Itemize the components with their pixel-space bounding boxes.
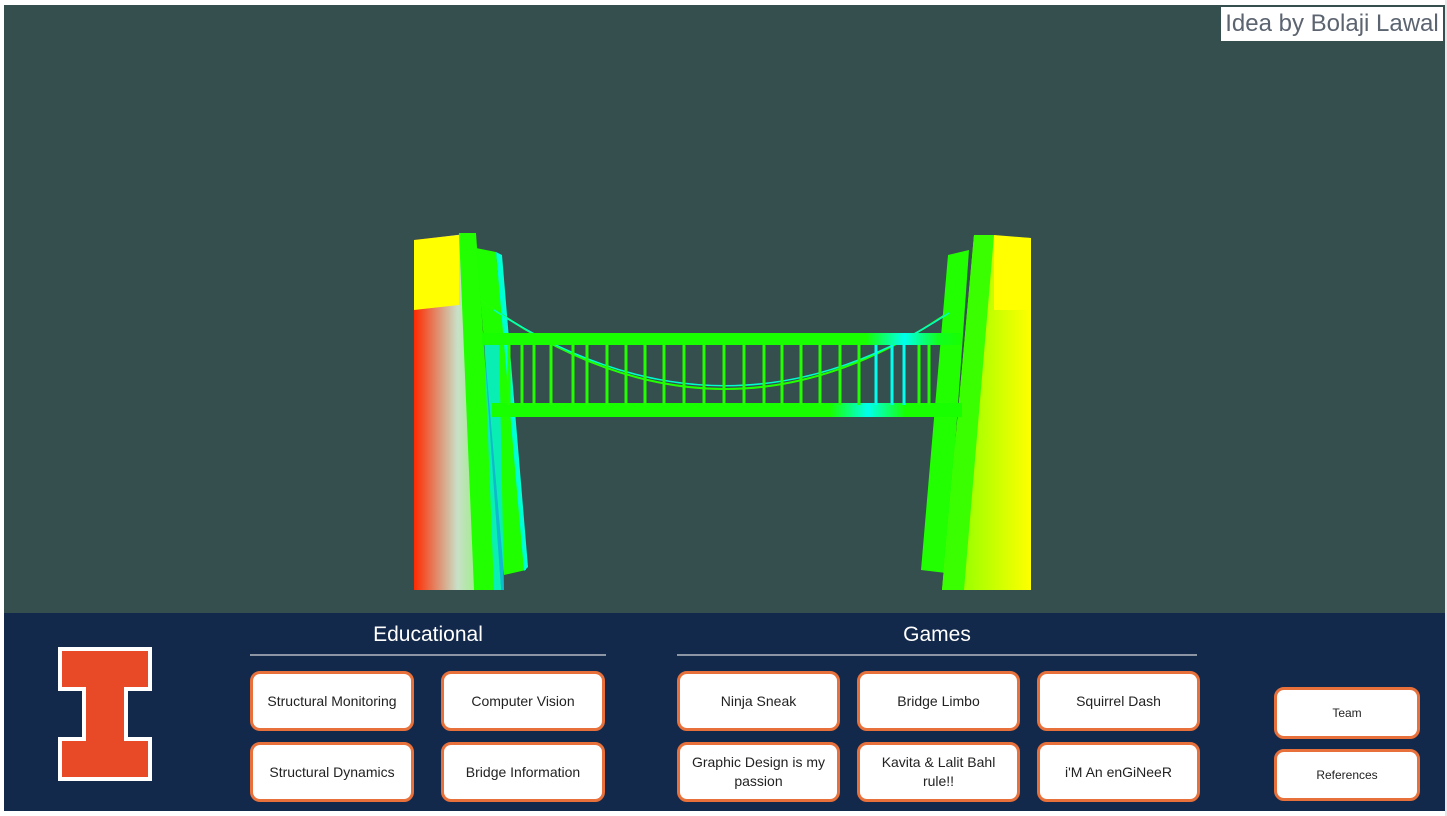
- squirrel-dash-button[interactable]: Squirrel Dash: [1037, 671, 1200, 731]
- references-button[interactable]: References: [1274, 749, 1420, 801]
- educational-divider: [250, 654, 606, 656]
- bridge-3d-viewport[interactable]: Idea by Bolaji Lawal: [4, 5, 1445, 613]
- graphic-design-button[interactable]: Graphic Design is my passion: [677, 742, 840, 802]
- bridge-model[interactable]: [4, 5, 1445, 613]
- games-section-title: Games: [903, 623, 971, 646]
- team-button[interactable]: Team: [1274, 687, 1420, 739]
- university-block-i-logo: [58, 647, 152, 781]
- im-an-engineer-button[interactable]: i'M An enGiNeeR: [1037, 742, 1200, 802]
- bridge-information-button[interactable]: Bridge Information: [441, 742, 605, 802]
- ninja-sneak-button[interactable]: Ninja Sneak: [677, 671, 840, 731]
- structural-dynamics-button[interactable]: Structural Dynamics: [250, 742, 414, 802]
- bridge-limbo-button[interactable]: Bridge Limbo: [857, 671, 1020, 731]
- computer-vision-button[interactable]: Computer Vision: [441, 671, 605, 731]
- credit-label: Idea by Bolaji Lawal: [1221, 7, 1443, 41]
- suspension-cables: [481, 300, 960, 390]
- educational-section-title: Educational: [373, 623, 483, 646]
- structural-monitoring-button[interactable]: Structural Monitoring: [250, 671, 414, 731]
- games-divider: [677, 654, 1197, 656]
- bottom-menu-bar: Educational Structural Monitoring Comput…: [4, 613, 1445, 811]
- kavita-lalit-bahl-button[interactable]: Kavita & Lalit Bahl rule!!: [857, 742, 1020, 802]
